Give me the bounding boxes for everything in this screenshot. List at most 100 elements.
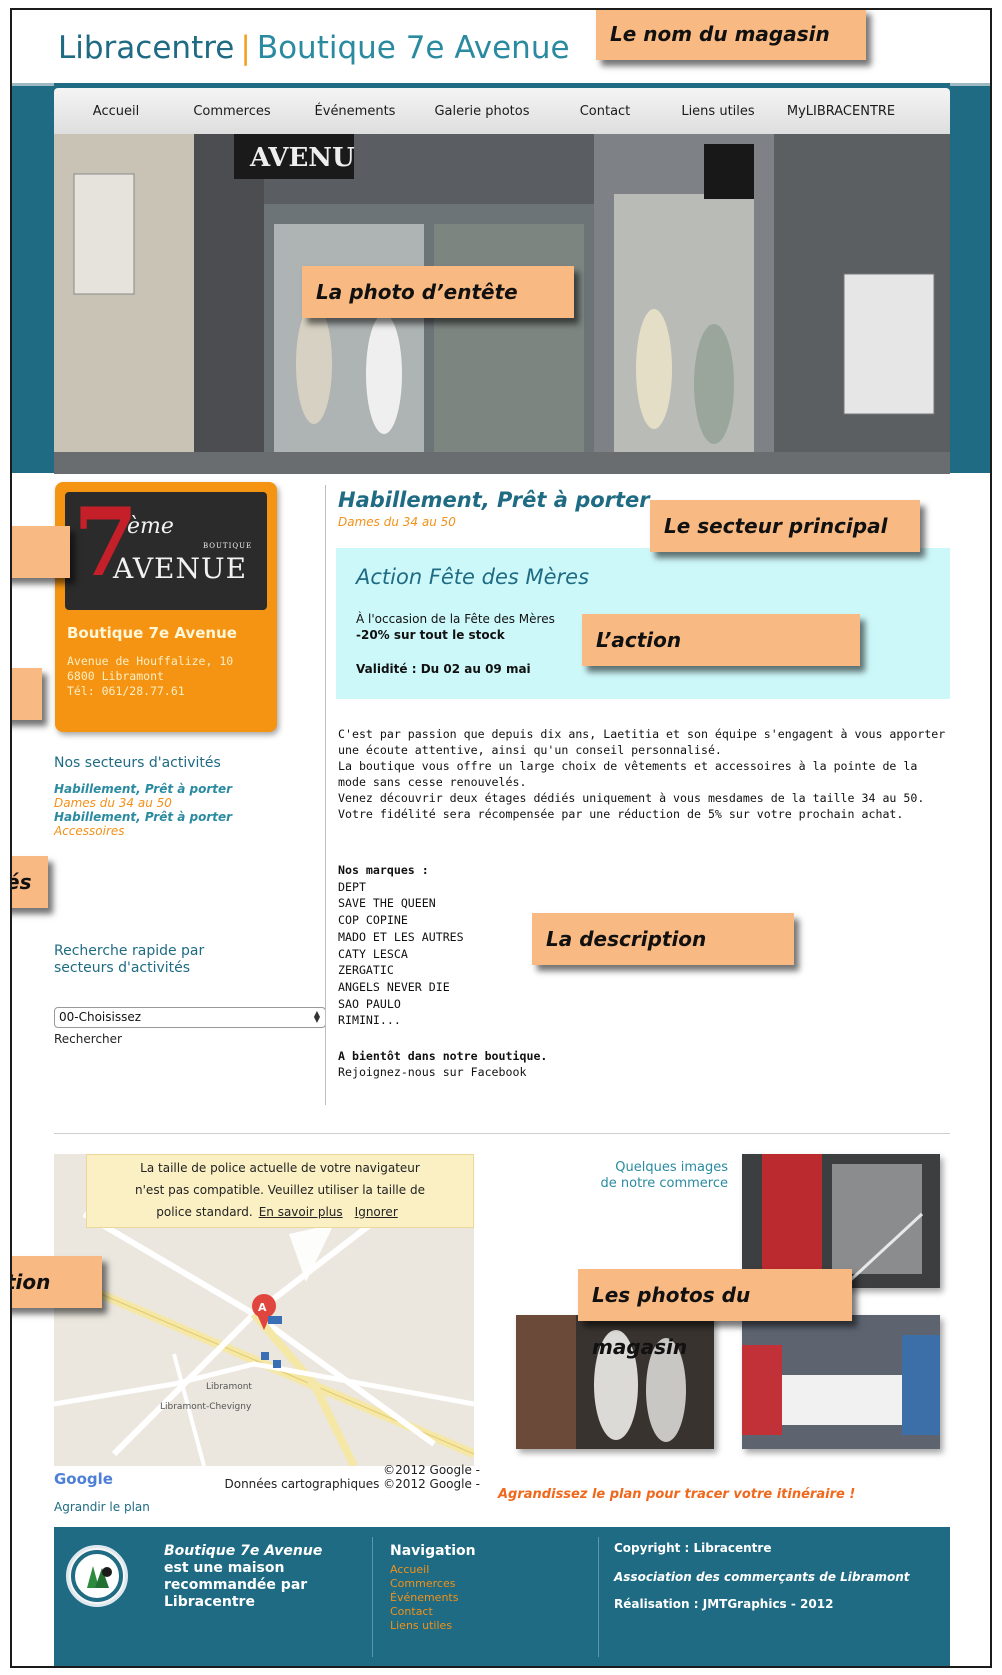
svg-text:AVENU: AVENU — [249, 143, 355, 173]
logo-boutique: BOUTIQUE — [203, 542, 253, 550]
nav-item-commerces[interactable]: Commerces — [168, 104, 296, 119]
subsector-link[interactable]: Dames du 34 au 50 — [54, 796, 244, 810]
footer-nav-link[interactable]: Commerces — [390, 1577, 458, 1591]
gallery-label: Quelques images de notre commerce — [552, 1160, 729, 1192]
header-line-left — [12, 83, 54, 86]
title-separator: | — [240, 30, 251, 66]
callout-left-location: tion — [12, 1256, 102, 1308]
footer: Boutique 7e Avenue est une maison recomm… — [54, 1527, 950, 1666]
nav-item-liens[interactable]: Liens utiles — [660, 104, 776, 119]
main-sector-heading: Habillement, Prêt à porter — [338, 488, 650, 512]
brand-item: ANGELS NEVER DIE — [338, 979, 450, 994]
brand-item: RIMINI... — [338, 1013, 401, 1028]
sectors-title: Nos secteurs d'activités — [54, 755, 221, 771]
callout-left-logo — [12, 526, 70, 578]
description-paragraph: Votre fidélité sera récompensée par une … — [338, 807, 904, 821]
notice-more-link[interactable]: En savoir plus — [259, 1205, 343, 1219]
callout-main-sector: Le secteur principal — [650, 500, 920, 552]
main-nav: Accueil Commerces Événements Galerie pho… — [54, 88, 950, 134]
footer-nav-link[interactable]: Liens utiles — [390, 1619, 458, 1633]
nav-item-mylibracentre[interactable]: MyLIBRACENTRE — [776, 104, 906, 119]
page-frame: Libracentre | Boutique 7e Avenue Accueil C… — [10, 8, 992, 1668]
sector-select[interactable]: 00-Choisissez ▲ ▼ — [54, 1007, 326, 1028]
map-font-notice: La taille de police actuelle de votre na… — [86, 1154, 474, 1228]
shop-title: Boutique 7e Avenue — [256, 30, 570, 66]
gallery-label-line: Quelques images — [615, 1160, 728, 1175]
description-paragraph: C'est par passion que depuis dix ans, La… — [338, 727, 946, 757]
brand-name[interactable]: Libracentre — [58, 30, 234, 66]
callout-description: La description — [532, 913, 794, 965]
quick-search-title: Recherche rapide par secteurs d'activité… — [54, 943, 205, 976]
facebook-line[interactable]: Rejoignez-nous sur Facebook — [338, 1064, 738, 1080]
map-copyright: ©2012 Google - Données cartographiques ©… — [140, 1463, 480, 1491]
shop-photo-1[interactable] — [742, 1154, 940, 1288]
shop-address: Avenue de Houffalize, 10 6800 Libramont … — [67, 654, 267, 699]
nav-item-accueil[interactable]: Accueil — [64, 104, 168, 119]
footer-shop-name: Boutique 7e Avenue — [164, 1543, 323, 1559]
description-paragraph: Venez découvrir deux étages dédiés uniqu… — [338, 791, 925, 805]
section-divider — [54, 1133, 950, 1134]
select-arrows-icon: ▲ ▼ — [313, 1009, 321, 1024]
notice-line: n'est pas compatible. Veuillez utiliser … — [135, 1183, 425, 1197]
shop-logo: 7 ème BOUTIQUE AVENUE — [65, 492, 267, 610]
notice-ignore-link[interactable]: Ignorer — [355, 1205, 398, 1219]
sector-select-value: 00-Choisissez — [59, 1010, 142, 1024]
action-line-1: À l'occasion de la Fête des Mères — [356, 612, 555, 626]
enlarge-map-link[interactable]: Agrandir le plan — [54, 1500, 150, 1514]
header-line-right — [950, 83, 990, 86]
shop-photo-image — [742, 1315, 940, 1449]
subsector-link[interactable]: Accessoires — [54, 824, 244, 838]
sectors-list: Habillement, Prêt à porter Dames du 34 a… — [54, 782, 244, 838]
nav-item-galerie[interactable]: Galerie photos — [414, 104, 550, 119]
footer-nav-title: Navigation — [390, 1543, 476, 1559]
footer-association: Association des commerçants de Libramont — [614, 1570, 910, 1584]
address-line-1: Avenue de Houffalize, 10 — [67, 654, 234, 668]
notice-line: police standard. — [156, 1205, 253, 1219]
footer-nav-link[interactable]: Contact — [390, 1605, 458, 1619]
footer-recommended-text: est une maison recommandée par Libracent… — [164, 1560, 308, 1610]
nav-item-contact[interactable]: Contact — [550, 104, 660, 119]
site-title[interactable]: Libracentre | Boutique 7e Avenue — [58, 30, 570, 66]
search-button[interactable]: Rechercher — [54, 1032, 122, 1046]
shop-card: 7 ème BOUTIQUE AVENUE Boutique 7e Avenue… — [55, 482, 277, 732]
shop-name: Boutique 7e Avenue — [67, 624, 237, 642]
address-line-2: 6800 Libramont — [67, 669, 164, 683]
callout-store-name: Le nom du magasin — [596, 10, 866, 60]
shop-description: C'est par passion que depuis dix ans, La… — [338, 726, 950, 822]
description-paragraph: La boutique vous offre un large choix de… — [338, 759, 918, 789]
shop-photo-3[interactable] — [742, 1315, 940, 1449]
map-marker-label: A — [258, 1301, 267, 1314]
brand-item: DEPT — [338, 879, 366, 894]
callout-store-photos: Les photos du magasin — [578, 1269, 852, 1359]
libracentre-badge-icon — [66, 1545, 128, 1607]
sector-link[interactable]: Habillement, Prêt à porter — [54, 782, 244, 796]
map-copyright-line: Données cartographiques ©2012 Google - — [224, 1477, 480, 1491]
brand-item: SAO PAULO — [338, 996, 401, 1011]
footer-credit: Réalisation : JMTGraphics - 2012 — [614, 1597, 834, 1611]
footer-nav-link[interactable]: Événements — [390, 1591, 458, 1605]
footer-credits: Copyright : Libracentre Association des … — [614, 1541, 934, 1612]
action-title: Action Fête des Mères — [356, 565, 590, 589]
callout-action: L’action — [582, 614, 860, 666]
sector-link[interactable]: Habillement, Prêt à porter — [54, 810, 244, 824]
notice-line: La taille de police actuelle de votre na… — [140, 1161, 420, 1175]
map-place-label: Libramont — [206, 1382, 252, 1392]
footer-recommendation: Boutique 7e Avenue est une maison recomm… — [164, 1543, 354, 1611]
location-map[interactable]: A La taille de police actuelle de votre … — [54, 1154, 474, 1466]
map-place-label: Libramont-Chevigny — [160, 1402, 252, 1412]
footer-nav-links: Accueil Commerces Événements Contact Lie… — [390, 1563, 458, 1633]
action-validity: Validité : Du 02 au 09 mai — [356, 662, 531, 676]
shop-phone: Tél: 061/28.77.61 — [67, 684, 185, 698]
callout-left-sectors: és — [12, 856, 48, 908]
route-cta[interactable]: Agrandissez le plan pour tracer votre it… — [498, 1487, 855, 1502]
footer-copyright: Copyright : Libracentre — [614, 1541, 772, 1555]
callout-header-photo: La photo d’entête — [302, 266, 574, 318]
nav-item-evenements[interactable]: Événements — [296, 104, 414, 119]
shop-photo-image — [742, 1154, 940, 1288]
footer-divider — [598, 1537, 599, 1657]
action-line-2: -20% sur tout le stock — [356, 628, 505, 642]
footer-nav-link[interactable]: Accueil — [390, 1563, 458, 1577]
map-copyright-line: ©2012 Google - — [383, 1463, 480, 1477]
brand-item: SAVE THE QUEEN — [338, 896, 436, 911]
main-sector-subheading: Dames du 34 au 50 — [338, 515, 456, 529]
